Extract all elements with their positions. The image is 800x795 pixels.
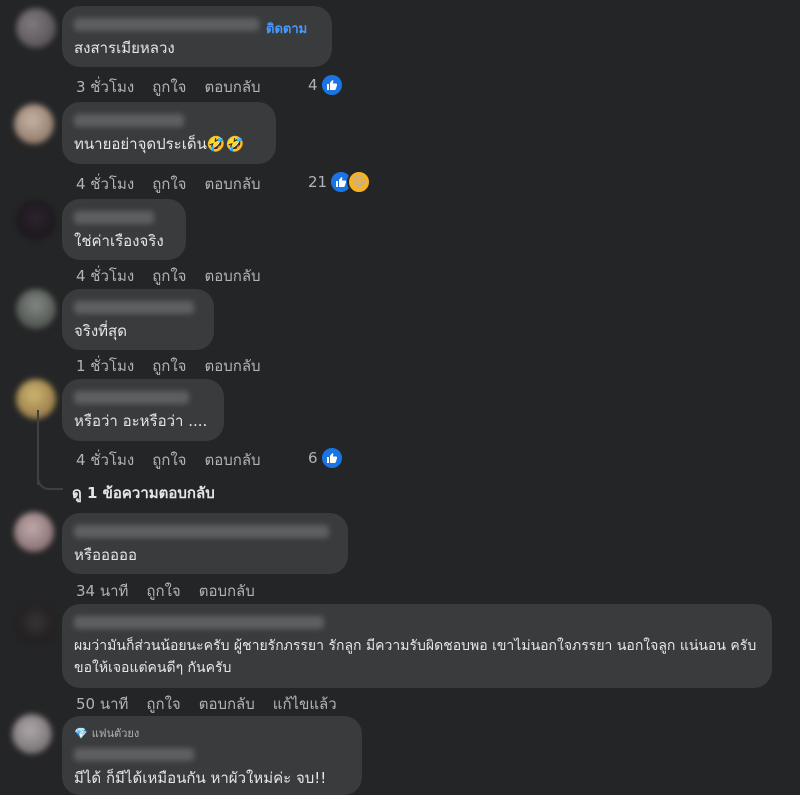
timestamp[interactable]: 1 ชั่วโมง <box>76 354 134 378</box>
reaction-count: 6 <box>308 449 318 467</box>
comment-bubble: 💎 แฟนตัวยง มีได้ ก็มีได้เหมือนกัน หาผัวใ… <box>62 716 362 795</box>
author-name[interactable] <box>74 114 184 127</box>
like-button[interactable]: ถูกใจ <box>152 172 186 196</box>
like-icon <box>319 446 344 470</box>
reaction-summary[interactable]: 4 <box>308 73 344 97</box>
reaction-summary[interactable]: 21 😆 <box>308 170 372 194</box>
author-name[interactable] <box>74 301 194 314</box>
view-replies-link[interactable]: ดู 1 ข้อความตอบกลับ <box>72 481 215 505</box>
author-name[interactable] <box>74 18 259 31</box>
author-name[interactable] <box>74 616 324 629</box>
comment-actions: 3 ชั่วโมง ถูกใจ ตอบกลับ <box>76 75 261 99</box>
comment-bubble: ทนายอย่าจุดประเด็น🤣🤣 <box>62 102 276 164</box>
reaction-summary[interactable]: 6 <box>308 446 344 470</box>
timestamp[interactable]: 4 ชั่วโมง <box>76 448 134 472</box>
comment-bubble: หรือว่า อะหรือว่า .... <box>62 379 224 441</box>
reply-button[interactable]: ตอบกลับ <box>204 264 260 288</box>
follow-button[interactable]: ติดตาม <box>266 18 307 39</box>
diamond-icon: 💎 <box>74 726 88 740</box>
reply-button[interactable]: ตอบกลับ <box>199 692 255 716</box>
comment-text: ผมว่ามันก็ส่วนน้อยนะครับ ผู้ชายรักภรรยา … <box>74 638 757 676</box>
comment-text: ใช่ค่าเรืองจริง <box>74 232 164 250</box>
edited-label: แก้ไขแล้ว <box>272 695 337 713</box>
reply-button[interactable]: ตอบกลับ <box>204 75 260 99</box>
reaction-count: 21 <box>308 173 328 191</box>
like-button[interactable]: ถูกใจ <box>146 579 180 603</box>
comment-text: ทนายอย่าจุดประเด็น🤣🤣 <box>74 135 245 153</box>
comment-text: หรือว่า อะหรือว่า .... <box>74 412 208 430</box>
comment-actions: 4 ชั่วโมง ถูกใจ ตอบกลับ <box>76 264 261 288</box>
timestamp[interactable]: 3 ชั่วโมง <box>76 75 134 99</box>
timestamp[interactable]: 50 นาที <box>76 692 128 716</box>
author-name[interactable] <box>74 391 189 404</box>
like-button[interactable]: ถูกใจ <box>152 354 186 378</box>
comment-text: จริงที่สุด <box>74 322 127 340</box>
comment-bubble: ใช่ค่าเรืองจริง <box>62 199 186 260</box>
like-button[interactable]: ถูกใจ <box>152 264 186 288</box>
avatar[interactable] <box>16 379 56 419</box>
timestamp[interactable]: 4 ชั่วโมง <box>76 172 134 196</box>
haha-icon: 😆 <box>347 170 372 194</box>
like-button[interactable]: ถูกใจ <box>146 692 180 716</box>
avatar[interactable] <box>16 604 56 644</box>
reply-button[interactable]: ตอบกลับ <box>204 354 260 378</box>
comment-actions: 4 ชั่วโมง ถูกใจ ตอบกลับ <box>76 172 261 196</box>
thread-connector <box>37 470 63 490</box>
like-icon <box>319 73 344 97</box>
avatar[interactable] <box>12 714 52 754</box>
comment-actions: 50 นาที ถูกใจ ตอบกลับ แก้ไขแล้ว <box>76 692 337 716</box>
avatar[interactable] <box>14 104 54 144</box>
reaction-count: 4 <box>308 76 318 94</box>
reply-button[interactable]: ตอบกลับ <box>204 172 260 196</box>
reply-button[interactable]: ตอบกลับ <box>199 579 255 603</box>
author-name[interactable] <box>74 211 154 224</box>
comment-text: สงสารเมียหลวง <box>74 39 175 57</box>
comment-bubble: จริงที่สุด <box>62 289 214 350</box>
comment-text: หรือออออ <box>74 546 137 564</box>
like-button[interactable]: ถูกใจ <box>152 448 186 472</box>
avatar[interactable] <box>16 200 56 240</box>
reply-button[interactable]: ตอบกลับ <box>204 448 260 472</box>
comment-actions: 4 ชั่วโมง ถูกใจ ตอบกลับ <box>76 448 261 472</box>
comment-actions: 34 นาที ถูกใจ ตอบกลับ <box>76 579 255 603</box>
timestamp[interactable]: 34 นาที <box>76 579 128 603</box>
comment-bubble: ผมว่ามันก็ส่วนน้อยนะครับ ผู้ชายรักภรรยา … <box>62 604 772 688</box>
badge-label: แฟนตัวยง <box>91 727 140 740</box>
avatar[interactable] <box>14 512 54 552</box>
like-button[interactable]: ถูกใจ <box>152 75 186 99</box>
author-name[interactable] <box>74 525 329 538</box>
comment-bubble: หรือออออ <box>62 513 348 574</box>
fan-badge: 💎 แฟนตัวยง <box>74 724 350 742</box>
avatar[interactable] <box>16 289 56 329</box>
comment-text: มีได้ ก็มีได้เหมือนกัน หาผัวใหม่ค่ะ จบ!! <box>74 769 327 787</box>
timestamp[interactable]: 4 ชั่วโมง <box>76 264 134 288</box>
comment-actions: 1 ชั่วโมง ถูกใจ ตอบกลับ <box>76 354 261 378</box>
author-name[interactable] <box>74 748 194 761</box>
avatar[interactable] <box>16 8 56 48</box>
